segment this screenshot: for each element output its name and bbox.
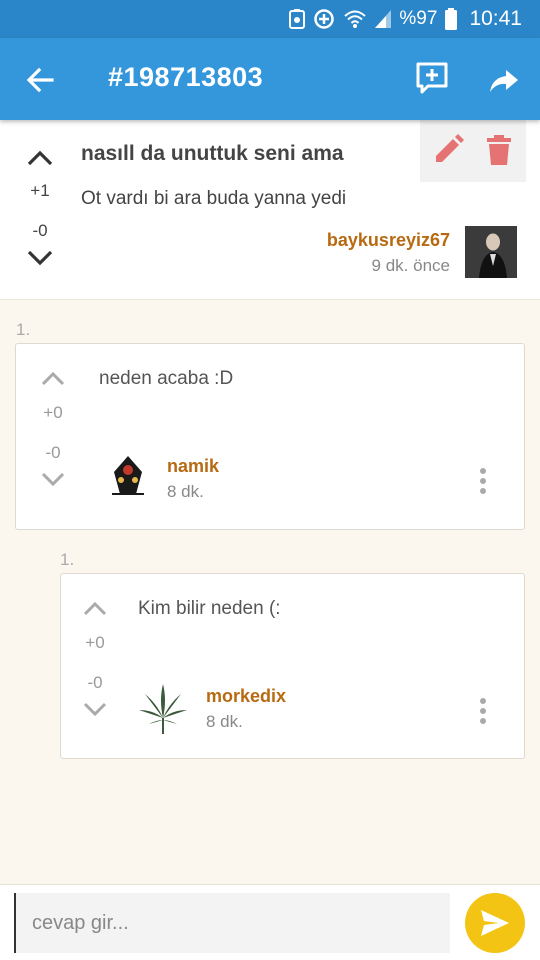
trash-icon [487, 135, 511, 165]
chevron-down-icon [27, 250, 53, 266]
more-options-button[interactable] [473, 466, 493, 496]
chevron-up-icon [83, 601, 107, 616]
comment-text: neden acaba :D [99, 368, 234, 389]
main-post: +1 -0 nasıll da unuttuk seni ama Ot vard… [0, 120, 540, 300]
recycle-icon [289, 9, 306, 29]
edit-button[interactable] [432, 134, 464, 166]
signal-icon [375, 10, 392, 28]
avatar[interactable] [465, 226, 517, 278]
comment-time: 8 dk. [167, 482, 204, 501]
upvote-button[interactable] [20, 144, 60, 174]
user-avatar-image [102, 450, 154, 502]
add-comment-button[interactable] [414, 60, 450, 98]
add-comment-icon [416, 62, 448, 94]
comment-author[interactable]: morkedix [206, 686, 286, 707]
status-bar: %97 10:41 [0, 0, 540, 38]
upvote-button[interactable] [75, 594, 115, 624]
user-avatar-image [465, 226, 517, 278]
downvote-button[interactable] [75, 694, 115, 724]
comment-card: +0 -0 Kim bilir neden (: morkedix 8 dk. [60, 573, 525, 759]
post-vote-column: +1 -0 [20, 144, 60, 272]
user-avatar-image [137, 680, 189, 736]
comment-card: +0 -0 neden acaba :D namik 8 dk. [15, 343, 525, 530]
chevron-down-icon [83, 702, 107, 717]
post-title: nasıll da unuttuk seni ama [81, 142, 344, 165]
send-icon [481, 910, 509, 936]
back-button[interactable] [22, 62, 58, 98]
comment-vote-column: +0 -0 [75, 594, 115, 724]
avatar[interactable] [137, 680, 189, 736]
battery-icon [445, 8, 458, 30]
downvote-button[interactable] [33, 464, 73, 494]
comment-index: 1. [16, 320, 31, 339]
app-bar: #198713803 [0, 38, 540, 120]
more-options-button[interactable] [473, 696, 493, 726]
upvote-count: +0 [43, 403, 63, 422]
post-author[interactable]: baykusreyiz67 [327, 230, 450, 251]
post-actions [420, 120, 526, 182]
downvote-count: -0 [45, 443, 61, 462]
downvote-count: -0 [87, 673, 103, 692]
data-saver-icon [313, 8, 335, 30]
comment-index: 1. [60, 550, 75, 569]
arrow-left-icon [26, 67, 54, 93]
comment-vote-column: +0 -0 [33, 364, 73, 494]
reply-bar [0, 884, 540, 960]
comment-text: Kim bilir neden (: [138, 598, 281, 619]
battery-percent: %97 [399, 8, 438, 29]
status-icons: %97 10:41 [289, 0, 522, 38]
share-icon [490, 70, 518, 92]
comment-time: 8 dk. [206, 712, 243, 731]
more-vert-icon [480, 698, 486, 724]
post-time: 9 dk. önce [371, 256, 450, 275]
avatar[interactable] [102, 450, 154, 502]
post-body: Ot vardı bi ara buda yanna yedi [81, 188, 347, 209]
chevron-down-icon [41, 472, 65, 487]
send-button[interactable] [465, 893, 525, 953]
more-vert-icon [480, 468, 486, 494]
pencil-icon [436, 134, 464, 162]
downvote-count: -0 [32, 221, 48, 240]
reply-input[interactable] [14, 893, 450, 953]
page-title: #198713803 [108, 62, 264, 92]
clock: 10:41 [469, 7, 522, 30]
share-button[interactable] [486, 62, 522, 98]
chevron-up-icon [41, 371, 65, 386]
comment-author[interactable]: namik [167, 456, 219, 477]
wifi-icon [343, 9, 367, 29]
upvote-count: +1 [30, 181, 50, 200]
delete-button[interactable] [484, 134, 514, 166]
upvote-count: +0 [85, 633, 105, 652]
upvote-button[interactable] [33, 364, 73, 394]
chevron-up-icon [27, 150, 53, 166]
downvote-button[interactable] [20, 242, 60, 272]
